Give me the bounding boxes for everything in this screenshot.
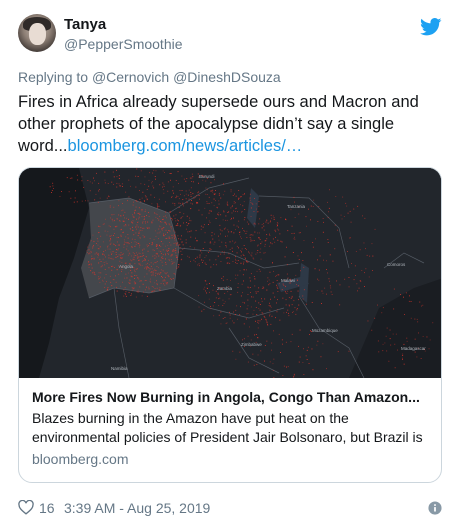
card-title[interactable]: More Fires Now Burning in Angola, Congo … (32, 389, 428, 405)
heart-icon[interactable] (18, 500, 34, 515)
map-label-malawi: Malawi (281, 278, 295, 283)
mention-cernovich[interactable]: @Cernovich (92, 69, 169, 85)
card-description: Blazes burning in the Amazon have put he… (32, 410, 423, 445)
tweet-link[interactable]: bloomberg.com/news/articles/… (68, 137, 303, 155)
card-map-image[interactable]: Burundi Tanzania Angola Zambia Malawi Co… (19, 168, 441, 378)
info-icon[interactable] (428, 501, 442, 515)
map-label-zimbabwe: Zimbabwe (241, 342, 262, 347)
user-name[interactable]: Tanya (64, 16, 106, 33)
replying-to: Replying to @Cernovich @DineshDSouza (18, 69, 281, 85)
replying-prefix: Replying to (18, 69, 89, 85)
like-count[interactable]: 16 (39, 500, 55, 516)
map-label-zambia: Zambia (217, 286, 233, 291)
link-card[interactable]: Burundi Tanzania Angola Zambia Malawi Co… (18, 167, 442, 483)
tweet-text: Fires in Africa already supersede ours a… (18, 91, 438, 157)
map-label-mozambique: Mozambique (312, 328, 338, 333)
map-label-angola: Angola (119, 264, 134, 269)
tweet-header: Tanya @PepperSmoothie (18, 14, 442, 58)
card-domain: bloomberg.com (32, 451, 129, 467)
twitter-bird-icon[interactable] (420, 18, 442, 36)
timestamp[interactable]: 3:39 AM - Aug 25, 2019 (64, 500, 210, 516)
card-body[interactable]: More Fires Now Burning in Angola, Congo … (19, 378, 441, 478)
map-label-burundi: Burundi (199, 174, 215, 179)
avatar[interactable] (18, 14, 56, 52)
map-label-namibia: Namibia (111, 366, 128, 371)
map-label-madagascar: Madagascar (401, 346, 426, 351)
tweet-footer: 16 3:39 AM - Aug 25, 2019 (18, 499, 442, 519)
map-label-tanzania: Tanzania (287, 204, 306, 209)
mention-dineshdsouza[interactable]: @DineshDSouza (173, 69, 281, 85)
map-label-comoros: Comoros (387, 262, 406, 267)
fire-map: Burundi Tanzania Angola Zambia Malawi Co… (19, 168, 441, 378)
user-handle[interactable]: @PepperSmoothie (64, 36, 183, 52)
